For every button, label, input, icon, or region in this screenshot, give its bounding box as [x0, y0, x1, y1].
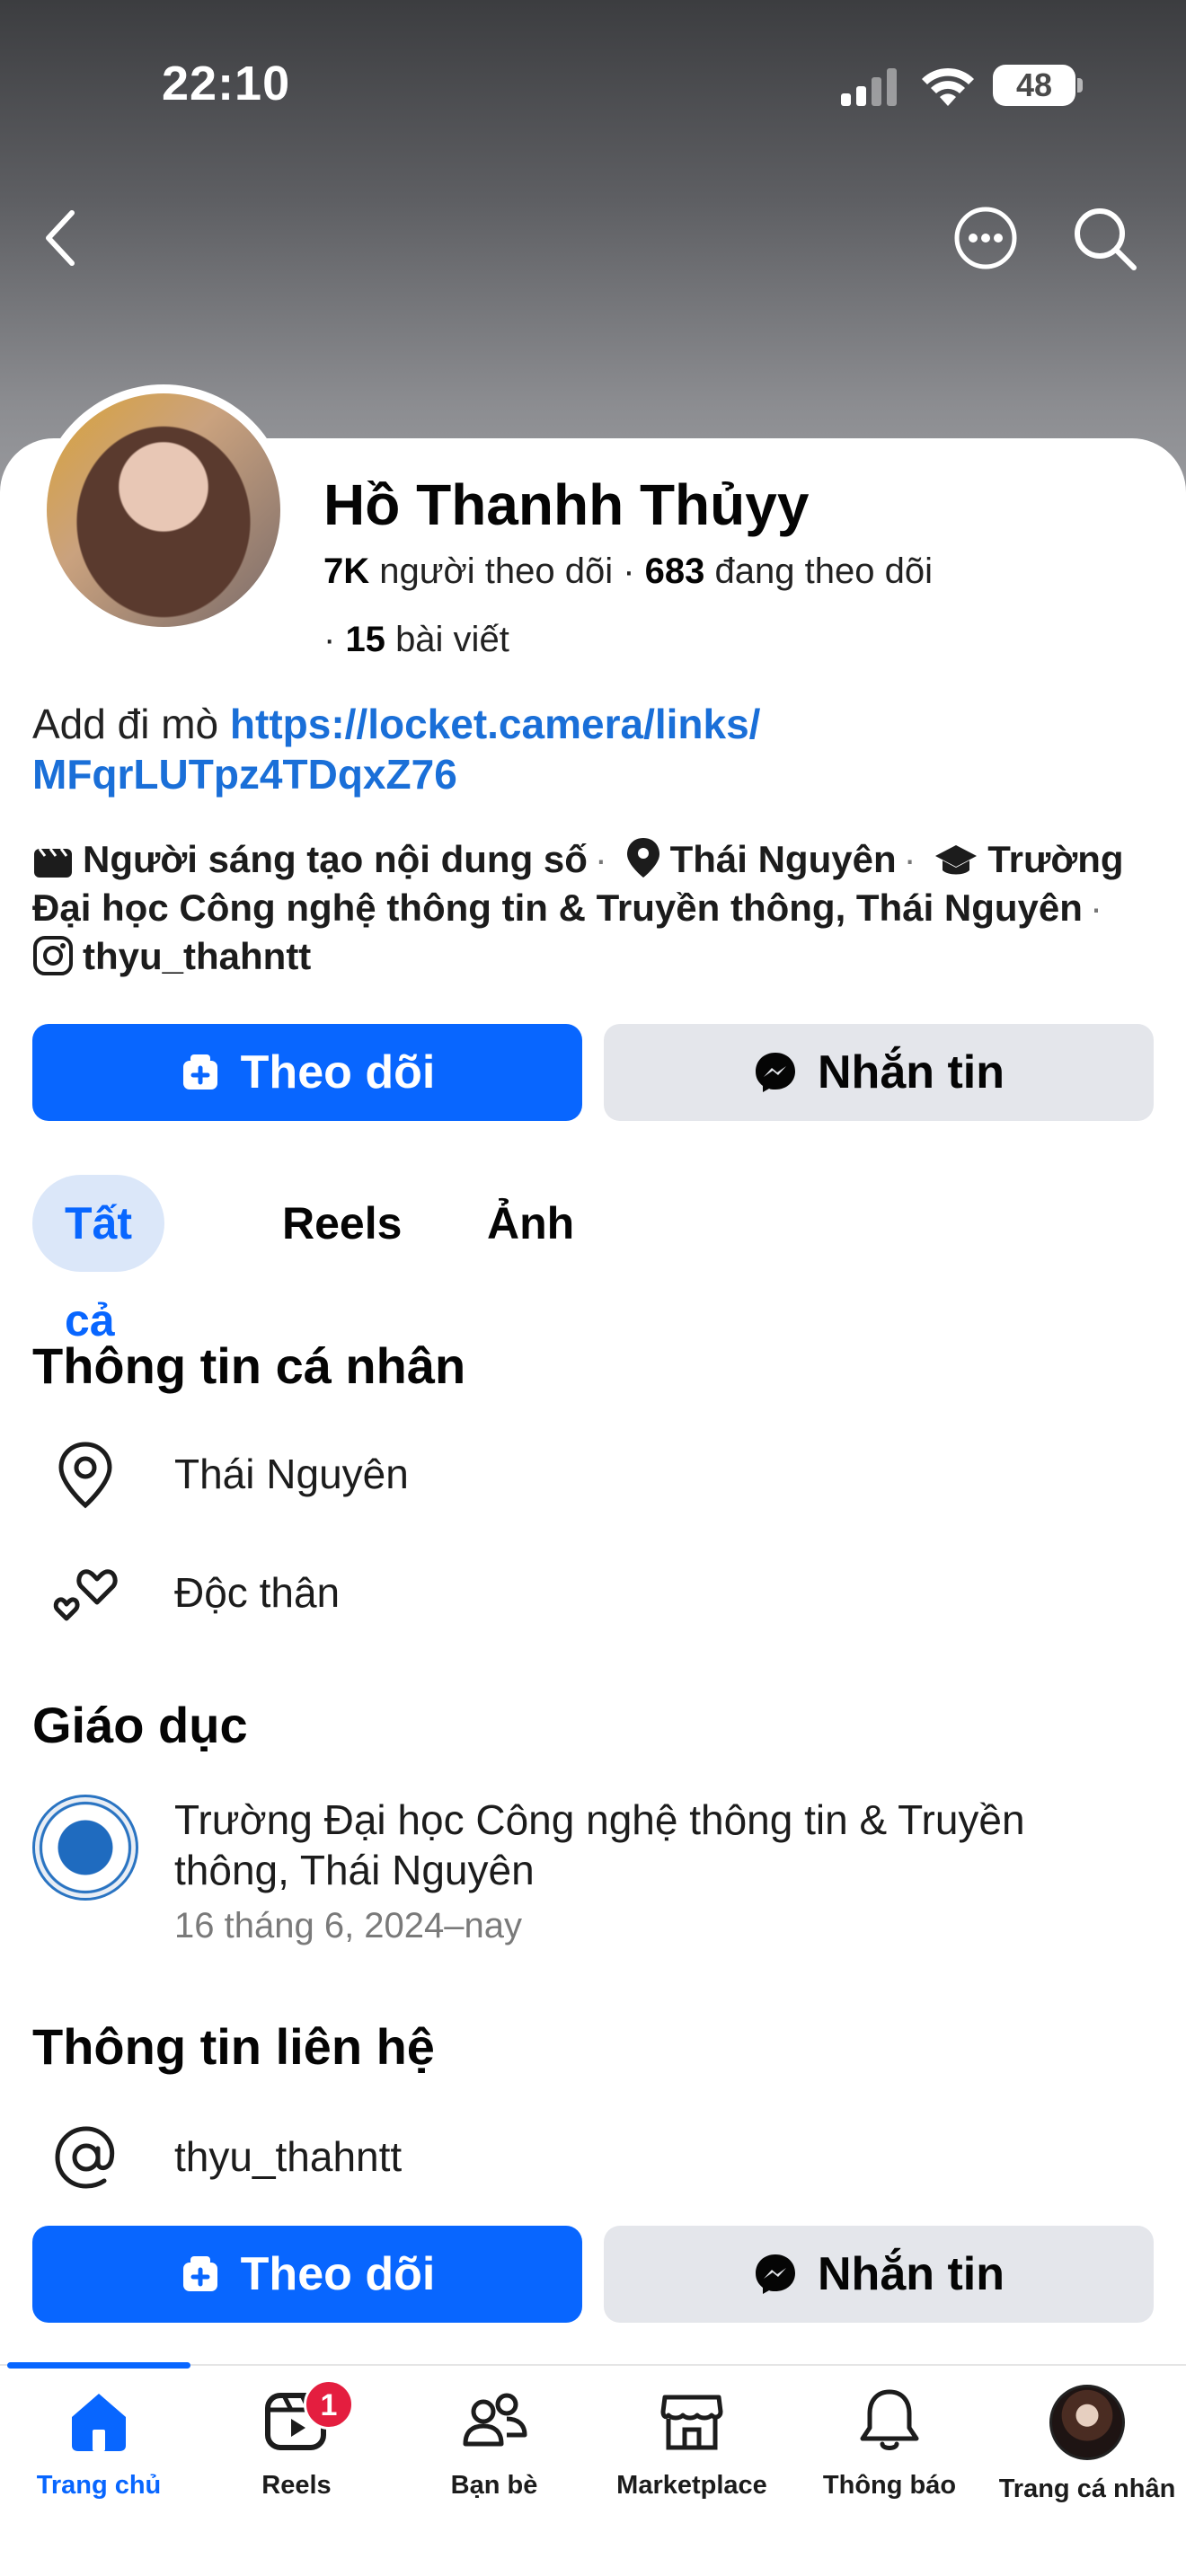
search-button[interactable] — [1069, 203, 1141, 275]
following-label[interactable]: đang theo dõi — [715, 551, 933, 591]
battery-indicator: 48 — [993, 65, 1075, 106]
at-sign-icon — [55, 2126, 115, 2189]
nav-notifications-label: Thông báo — [822, 2471, 957, 2500]
nav-reels[interactable]: 1 Reels — [198, 2379, 395, 2519]
info-location: Thái Nguyên — [174, 1451, 409, 1497]
status-time: 22:10 — [162, 57, 291, 110]
following-count[interactable]: 683 — [645, 551, 705, 591]
message-label: Nhắn tin — [818, 1046, 1005, 1098]
education-school[interactable]: Trường Đại học Công nghệ thông tin & Tru… — [174, 1795, 1025, 1895]
relationship-hearts-icon — [53, 1569, 118, 1621]
friends-icon — [463, 2393, 527, 2447]
nav-marketplace-label: Marketplace — [616, 2471, 767, 2500]
location-pin-icon — [626, 838, 659, 878]
bio-link-cont[interactable]: MFqrLUTpz4TDqxZ76 — [32, 751, 457, 798]
nav-home-label: Trang chủ — [36, 2471, 162, 2500]
nav-profile-label: Trang cá nhân — [998, 2475, 1176, 2503]
follow-icon — [182, 2256, 217, 2291]
info-relationship: Độc thân — [174, 1569, 341, 1616]
messenger-icon — [756, 1053, 795, 1092]
school-name-line2: thông, Thái Nguyên — [174, 1847, 535, 1893]
bio-text: Add đi mò — [32, 701, 219, 747]
sticky-follow-button[interactable]: Theo dõi — [32, 2226, 582, 2323]
signal-icon — [841, 68, 897, 106]
nav-reels-label: Reels — [261, 2471, 332, 2500]
meta-location: Thái Nguyên — [669, 838, 897, 880]
post-stats: · 15 bài viết — [323, 620, 509, 659]
location-pin-icon — [58, 1442, 112, 1509]
meta-school-start: Trường — [987, 838, 1124, 880]
contact-instagram[interactable]: thyu_thahntt — [174, 2132, 402, 2181]
home-icon — [72, 2394, 126, 2451]
follow-label: Theo dõi — [240, 1046, 436, 1098]
posts-label: bài viết — [395, 620, 509, 659]
back-button[interactable] — [36, 202, 90, 274]
message-button[interactable]: Nhắn tin — [604, 1024, 1154, 1121]
meta-instagram[interactable]: thyu_thahntt — [83, 935, 311, 977]
messenger-icon — [756, 2254, 795, 2294]
sticky-message-label: Nhắn tin — [818, 2248, 1005, 2300]
graduation-cap-icon — [935, 845, 978, 875]
tab-photos[interactable]: Ảnh — [487, 1175, 574, 1272]
followers-label[interactable]: người theo dõi — [379, 551, 613, 591]
active-tab-indicator — [7, 2362, 190, 2369]
nav-marketplace[interactable]: Marketplace — [593, 2385, 791, 2519]
instagram-icon — [33, 936, 73, 975]
nav-friends-label: Bạn bè — [450, 2471, 538, 2500]
nav-notifications[interactable]: Thông báo — [791, 2385, 988, 2519]
followers-count[interactable]: 7K — [323, 551, 369, 591]
profile-name: Hồ Thanhh Thủyy — [323, 472, 810, 537]
contact-info-title: Thông tin liên hệ — [32, 2018, 435, 2075]
education-dates: 16 tháng 6, 2024–nay — [174, 1906, 523, 1945]
clapperboard-icon — [34, 848, 72, 878]
education-title: Giáo dục — [32, 1697, 248, 1753]
nav-friends[interactable]: Bạn bè — [395, 2385, 593, 2519]
school-name-line1: Trường Đại học Công nghệ thông tin & Tru… — [174, 1796, 1025, 1843]
nav-home[interactable]: Trang chủ — [0, 2385, 198, 2519]
reels-badge: 1 — [304, 2379, 354, 2430]
profile-bio: Add đi mò https://locket.camera/links/ M… — [32, 699, 1146, 799]
wifi-icon — [922, 67, 974, 106]
bell-icon — [860, 2389, 919, 2450]
nav-profile[interactable]: Trang cá nhân — [988, 2385, 1186, 2519]
meta-school: Đại học Công nghệ thông tin & Truyền thô… — [32, 887, 1083, 929]
bio-link[interactable]: https://locket.camera/links/ — [230, 701, 761, 747]
school-logo[interactable] — [32, 1795, 138, 1901]
sticky-message-button[interactable]: Nhắn tin — [604, 2226, 1154, 2323]
personal-info-title: Thông tin cá nhân — [32, 1337, 466, 1394]
posts-count: 15 — [345, 620, 385, 659]
tab-reels[interactable]: Reels — [282, 1175, 402, 1272]
marketplace-icon — [660, 2395, 723, 2450]
creator-category: Người sáng tạo nội dung số — [83, 838, 588, 880]
follow-button[interactable]: Theo dõi — [32, 1024, 582, 1121]
battery-tip — [1077, 78, 1083, 93]
more-options-button[interactable] — [952, 205, 1019, 271]
profile-avatar — [1049, 2385, 1125, 2460]
follow-stats: 7K người theo dõi · 683 đang theo dõi — [323, 551, 933, 591]
profile-meta: Người sáng tạo nội dung số · Thái Nguyên ·… — [32, 838, 1124, 977]
sticky-follow-label: Theo dõi — [240, 2248, 436, 2300]
profile-avatar[interactable] — [38, 384, 289, 636]
tab-all[interactable]: Tất cả — [32, 1175, 164, 1345]
follow-icon — [182, 1054, 217, 1090]
